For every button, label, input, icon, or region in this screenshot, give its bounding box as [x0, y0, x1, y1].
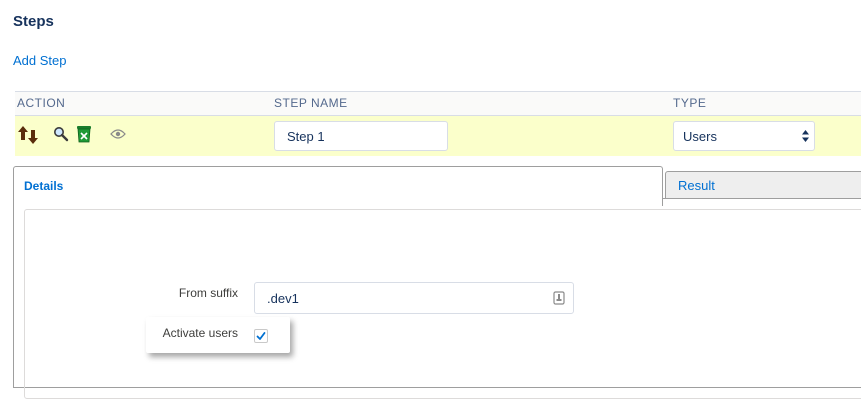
from-suffix-value: .dev1: [267, 291, 299, 306]
steps-table: ACTION STEP NAME TYPE U: [15, 91, 861, 156]
column-header-step-name: STEP NAME: [274, 96, 348, 110]
delete-icon[interactable]: [76, 125, 92, 143]
tab-details-label: Details: [24, 179, 64, 193]
tab-details[interactable]: Details: [13, 166, 663, 206]
search-icon[interactable]: [53, 126, 69, 142]
from-suffix-label: From suffix: [178, 286, 238, 300]
activate-users-checkbox[interactable]: [254, 329, 268, 343]
table-row: Users: [15, 116, 861, 156]
table-header: ACTION STEP NAME TYPE: [15, 91, 861, 116]
step-name-input[interactable]: [274, 121, 448, 151]
page-title: Steps: [13, 13, 54, 30]
add-step-link[interactable]: Add Step: [13, 53, 67, 68]
column-header-action: ACTION: [17, 96, 66, 110]
field-lookup-icon[interactable]: [553, 291, 565, 305]
from-suffix-input[interactable]: .dev1: [254, 282, 574, 314]
view-icon[interactable]: [110, 128, 126, 140]
move-icon[interactable]: [18, 126, 38, 144]
column-header-type: TYPE: [673, 96, 707, 110]
activate-users-label: Activate users: [162, 326, 238, 340]
select-arrows-icon: [802, 130, 809, 142]
checkmark-icon: [256, 332, 266, 340]
tab-result-label: Result: [678, 178, 715, 193]
type-select-value: Users: [683, 129, 717, 144]
type-select[interactable]: Users: [673, 121, 815, 151]
tab-result[interactable]: Result: [665, 171, 861, 199]
